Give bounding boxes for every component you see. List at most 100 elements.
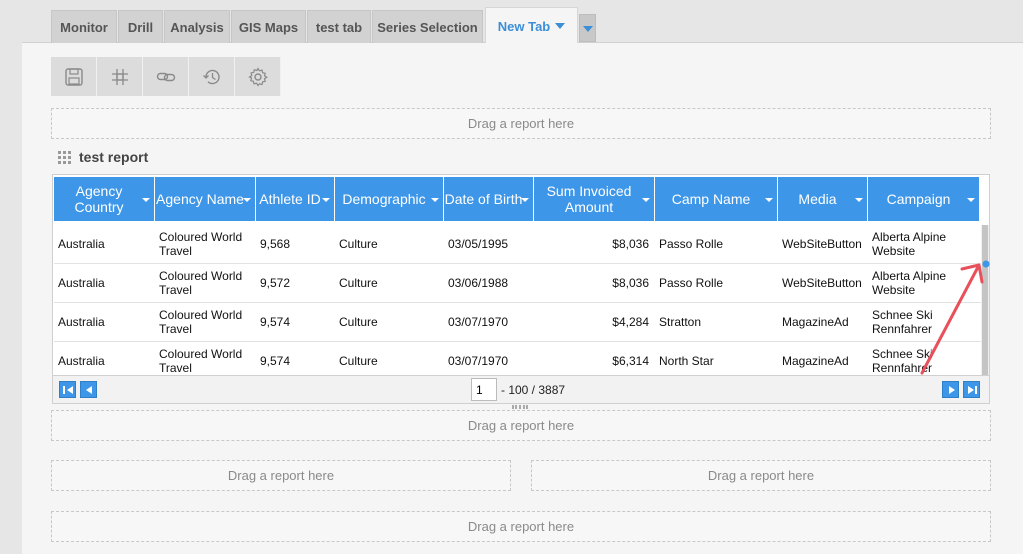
table-cell: WebSiteButton: [782, 237, 862, 251]
column-header-label: Agency Country: [74, 183, 124, 215]
gear-icon: [247, 66, 268, 87]
column-header-label: Date of Birth: [444, 191, 523, 207]
column-menu-icon[interactable]: [855, 198, 863, 202]
tab-label: Analysis: [170, 19, 224, 35]
table-cell: $8,036: [612, 237, 649, 251]
column-header-label: Camp Name: [671, 191, 751, 207]
report-title: test report: [79, 149, 149, 165]
column-menu-icon[interactable]: [142, 198, 150, 202]
tab-label: Drill: [127, 19, 154, 35]
annotation-arrow: [920, 260, 990, 375]
table-row[interactable]: Australia Coloured World Travel 9,574 Cu…: [54, 342, 982, 375]
page-range-text: - 100 / 3887: [501, 383, 566, 397]
grid-button[interactable]: [97, 57, 143, 96]
chevron-down-icon: [583, 26, 593, 32]
column-header-camp-name[interactable]: Camp Name: [655, 177, 778, 221]
table-cell: 03/07/1970: [448, 354, 509, 368]
table-cell: Coloured World Travel: [159, 347, 243, 375]
table-row[interactable]: Australia Coloured World Travel 9,568 Cu…: [54, 225, 982, 264]
column-menu-icon[interactable]: [431, 198, 439, 202]
table-cell: Passo Rolle: [659, 276, 724, 290]
column-header-label: Sum Invoiced Amount: [546, 183, 632, 215]
dropzone-left[interactable]: Drag a report here: [51, 460, 511, 491]
tab-series-selection[interactable]: Series Selection: [372, 10, 483, 43]
column-header-athlete-id[interactable]: Athlete ID: [256, 177, 335, 221]
column-header-date-of-birth[interactable]: Date of Birth: [444, 177, 534, 221]
resize-handle[interactable]: [512, 405, 528, 409]
history-icon: [202, 69, 220, 84]
table-cell: Australia: [58, 276, 105, 290]
dropzone-label: Drag a report here: [227, 468, 335, 483]
table-cell: WebSiteButton: [782, 276, 862, 290]
link-button[interactable]: [143, 57, 189, 96]
first-page-button[interactable]: [59, 381, 76, 398]
tab-gis-maps[interactable]: GIS Maps: [231, 10, 306, 43]
settings-button[interactable]: [235, 57, 281, 96]
table-cell: North Star: [659, 354, 714, 368]
table-cell: Coloured World Travel: [159, 269, 243, 297]
table-cell: MagazineAd: [782, 354, 849, 368]
chevron-down-icon[interactable]: [555, 23, 566, 29]
dropzone-middle[interactable]: Drag a report here: [51, 410, 991, 441]
dropzone-label: Drag a report here: [467, 519, 575, 534]
tab-label: Series Selection: [377, 19, 478, 35]
tab-overflow-button[interactable]: [579, 14, 596, 42]
tab-new-tab[interactable]: New Tab: [485, 7, 578, 44]
column-header-label: Campaign: [886, 191, 951, 207]
tab-drill[interactable]: Drill: [118, 10, 163, 43]
column-menu-icon[interactable]: [322, 198, 330, 202]
table-cell: 03/06/1988: [448, 276, 509, 290]
page-number-input[interactable]: [471, 378, 497, 401]
column-header-label: Demographic: [342, 191, 426, 207]
column-menu-icon[interactable]: [642, 198, 650, 202]
table-cell: Australia: [58, 315, 105, 329]
drag-handle-icon[interactable]: [58, 150, 71, 164]
table-cell: 03/05/1995: [448, 237, 509, 251]
table-row[interactable]: Australia Coloured World Travel 9,574 Cu…: [54, 303, 982, 342]
column-header-label: Athlete ID: [259, 191, 321, 207]
table-cell: Culture: [339, 315, 378, 329]
tab-monitor[interactable]: Monitor: [51, 10, 117, 43]
column-header-label: Media: [798, 191, 837, 207]
column-menu-icon[interactable]: [967, 198, 975, 202]
column-header-demographic[interactable]: Demographic: [335, 177, 444, 221]
pager: - 100 / 3887: [53, 375, 989, 403]
table-row[interactable]: Australia Coloured World Travel 9,572 Cu…: [54, 264, 982, 303]
table-cell: Coloured World Travel: [159, 230, 243, 258]
dropzone-top[interactable]: Drag a report here: [51, 108, 991, 139]
table-cell: 9,572: [260, 276, 291, 290]
report-header: test report: [58, 149, 148, 165]
column-menu-icon[interactable]: [765, 198, 773, 202]
tab-test-tab[interactable]: test tab: [307, 10, 371, 43]
dropzone-label: Drag a report here: [467, 418, 575, 433]
dropzone-bottom[interactable]: Drag a report here: [51, 511, 991, 542]
column-header-agency-name[interactable]: Agency Name: [155, 177, 256, 221]
tab-label: GIS Maps: [238, 19, 299, 35]
tab-analysis[interactable]: Analysis: [164, 10, 230, 43]
save-button[interactable]: [51, 57, 97, 96]
table-cell: 9,574: [260, 315, 291, 329]
column-header-sum-invoiced-amount[interactable]: Sum Invoiced Amount: [534, 177, 655, 221]
table-cell: Culture: [339, 276, 378, 290]
tab-label: test tab: [315, 19, 363, 35]
column-header-agency-country[interactable]: Agency Country: [54, 177, 155, 221]
table-cell: $6,314: [612, 354, 649, 368]
dropzone-label: Drag a report here: [467, 116, 575, 131]
last-page-button[interactable]: [963, 381, 980, 398]
table-cell: 03/07/1970: [448, 315, 509, 329]
tab-label: New Tab: [497, 18, 551, 34]
column-menu-icon[interactable]: [521, 198, 529, 202]
history-button[interactable]: [189, 57, 235, 96]
table-cell: Stratton: [659, 315, 702, 329]
next-page-button[interactable]: [942, 381, 959, 398]
table-cell: $4,284: [612, 315, 649, 329]
column-header-campaign[interactable]: Campaign: [868, 177, 980, 221]
dropzone-right[interactable]: Drag a report here: [531, 460, 991, 491]
column-header-media[interactable]: Media: [778, 177, 868, 221]
next-page-icon: [949, 386, 955, 394]
tab-label: Monitor: [60, 19, 108, 35]
table-cell: Australia: [58, 354, 105, 368]
column-menu-icon[interactable]: [243, 198, 251, 202]
prev-page-button[interactable]: [80, 381, 97, 398]
table-cell: 9,568: [260, 237, 291, 251]
